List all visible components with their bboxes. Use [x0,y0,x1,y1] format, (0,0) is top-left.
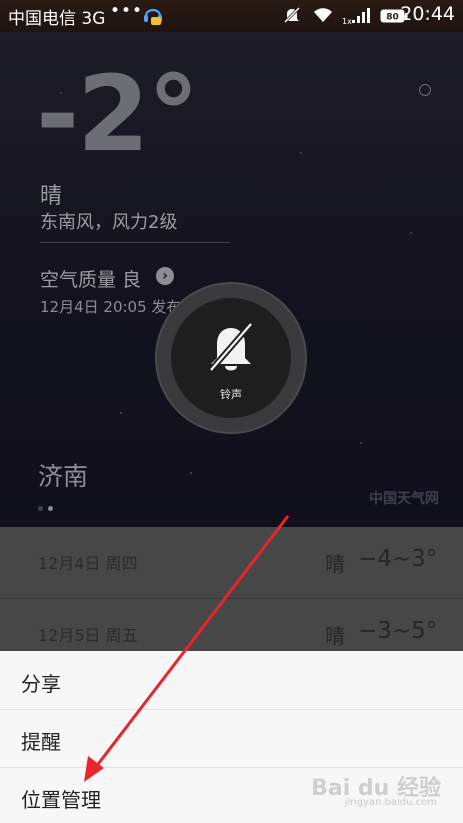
headset-notification-icon [142,3,164,31]
forecast-row[interactable]: 12月4日 周四 晴 −4~3° [0,527,463,599]
baidu-watermark-url: jingyan.baidu.com [344,797,437,808]
weather-app-screen: 中国电信 3G ••• 1x 80 20:44 -2° 晴 东南风，风力2级 空… [0,0,463,823]
divider [40,242,230,243]
menu-item-label: 位置管理 [21,788,101,812]
network-badge: 1x [342,17,352,25]
ringer-toast-inner: 铃声 [171,298,291,418]
sun-icon[interactable] [419,84,431,96]
menu-item-label: 提醒 [21,730,61,754]
bell-muted-icon [205,320,257,378]
ringer-mode-toast: 铃声 [155,282,307,434]
star-decoration [410,232,412,234]
air-quality-link[interactable]: 空气质量 良 [40,265,141,292]
forecast-temp-range: −3~5° [358,618,438,644]
carrier-label: 中国电信 3G [8,9,106,29]
data-source-label: 中国天气网 [369,491,439,507]
wifi-icon [313,6,333,27]
menu-item-share[interactable]: 分享 [0,651,463,710]
forecast-temp-range: −4~3° [358,546,438,572]
status-bar: 中国电信 3G ••• 1x 80 20:44 [0,0,463,32]
forecast-condition: 晴 [325,624,345,648]
page-dot [38,506,43,511]
star-decoration [360,442,362,444]
signal-strength-icon: 1x [342,5,376,29]
star-decoration [120,412,122,414]
page-indicator [38,496,58,515]
clock: 20:44 [400,3,455,25]
forecast-date: 12月4日 周四 [38,554,138,573]
menu-item-reminder[interactable]: 提醒 [0,709,463,768]
current-temperature: -2° [36,53,200,175]
battery-level: 80 [386,13,399,23]
page-dot-active [48,506,53,511]
publish-time: 12月4日 20:05 发布 [40,298,182,316]
forecast-condition: 晴 [325,552,345,576]
wind-info: 东南风，风力2级 [40,212,178,233]
muted-bell-status-icon [283,6,301,28]
forecast-date: 12月5日 周五 [38,626,138,645]
star-decoration [190,472,192,474]
city-name[interactable]: 济南 [38,457,88,493]
chevron-right-icon[interactable]: › [156,267,174,285]
notification-dots: ••• [110,1,144,21]
weather-condition: 晴 [40,184,63,209]
ringer-label: 铃声 [220,388,242,401]
star-decoration [300,152,302,154]
menu-item-label: 分享 [21,672,61,696]
